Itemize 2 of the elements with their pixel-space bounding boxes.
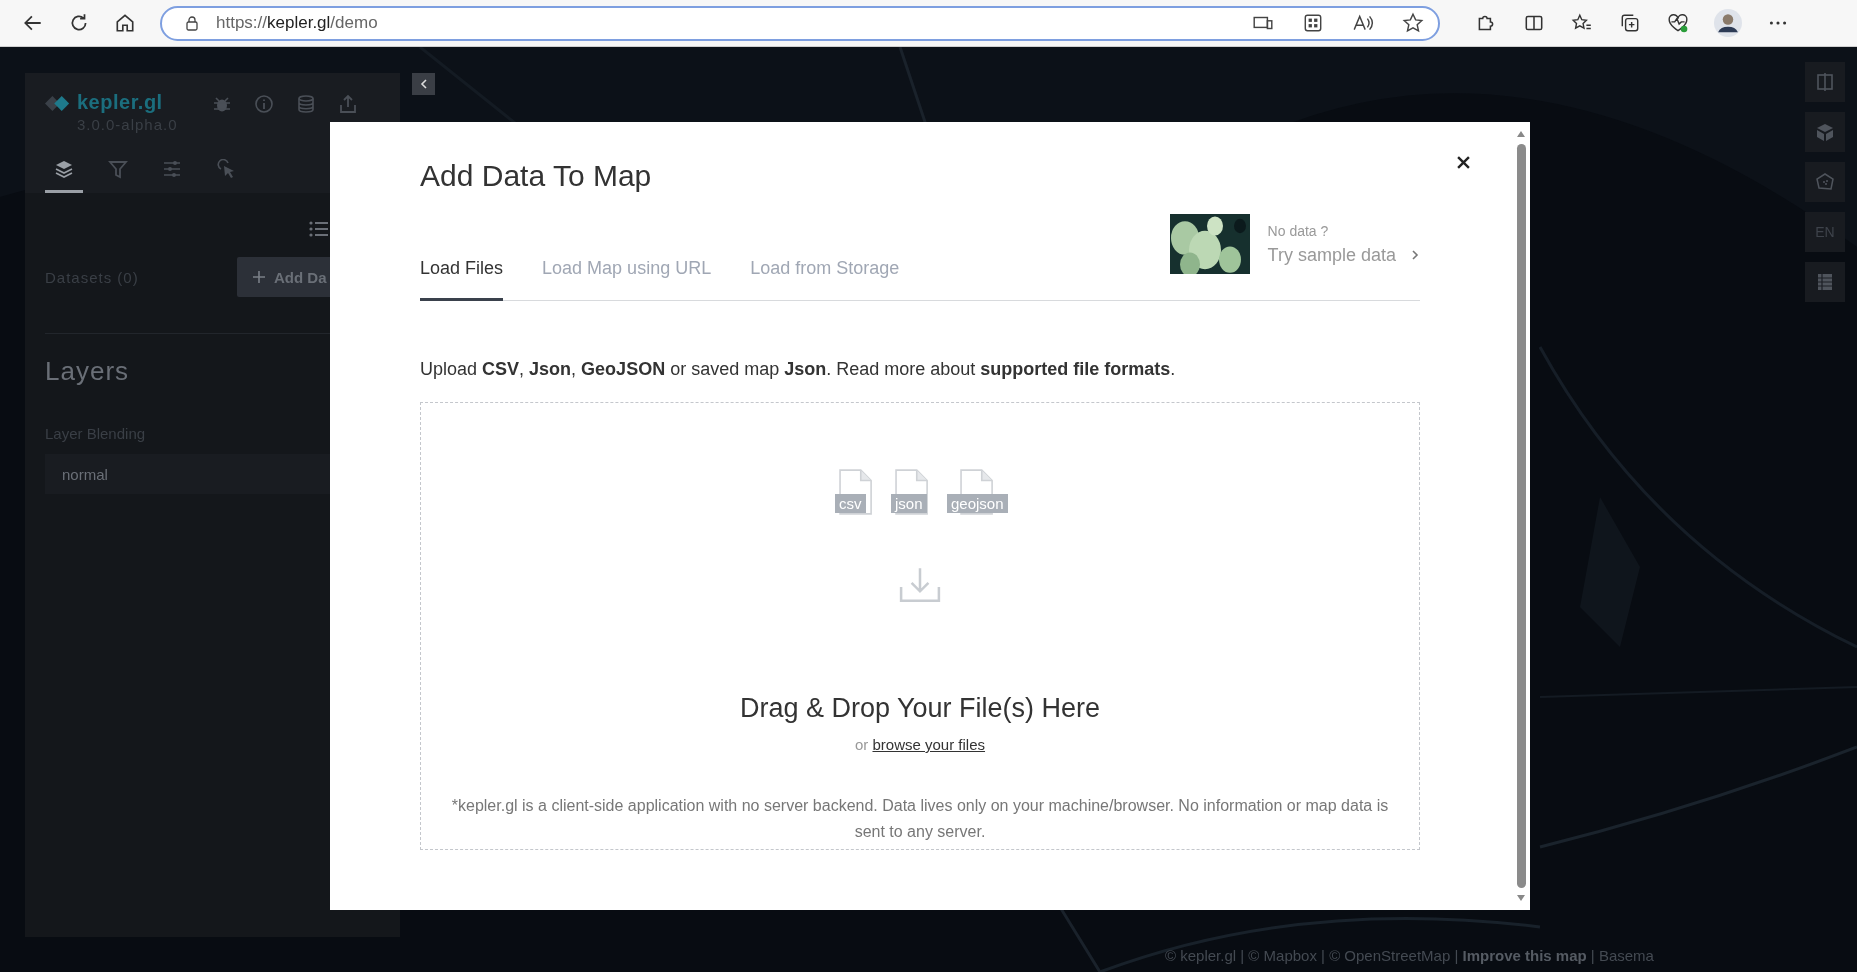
address-bar[interactable]: https://kepler.gl/demo [160,5,1440,41]
url-text: https://kepler.gl/demo [216,13,378,33]
